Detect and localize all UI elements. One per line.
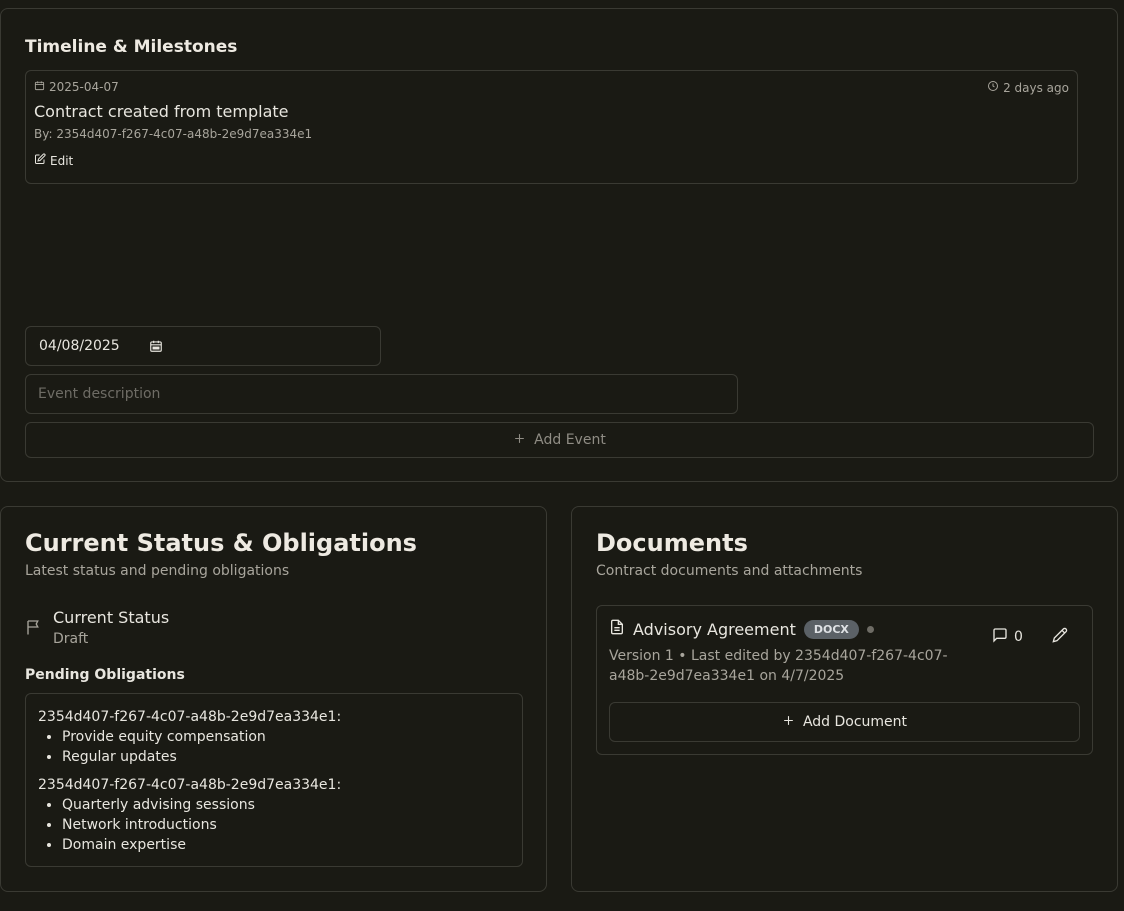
document-header: Advisory Agreement DOCX [609, 619, 874, 639]
add-event-button[interactable]: Add Event [25, 422, 1094, 458]
event-edit-label: Edit [50, 153, 74, 168]
document-status-dot [866, 625, 874, 633]
status-subtitle: Latest status and pending obligations [25, 563, 290, 579]
obligation-group: 2354d407-f267-4c07-a48b-2e9d7ea334e1: Pr… [38, 707, 510, 767]
event-edit-button[interactable]: Edit [34, 153, 73, 168]
clock-icon [987, 80, 999, 95]
comment-count: 0 [1014, 629, 1023, 645]
obligation-item: Quarterly advising sessions [62, 795, 510, 815]
event-description-input[interactable] [25, 374, 738, 414]
add-event-label: Add Event [534, 432, 606, 448]
add-document-label: Add Document [802, 714, 908, 730]
current-status-label: Current Status [53, 608, 170, 627]
event-author: By: 2354d407-f267-4c07-a48b-2e9d7ea334e1 [34, 127, 313, 141]
event-ago: 2 days ago [987, 80, 1069, 95]
document-comments-button[interactable]: 0 [992, 627, 1023, 647]
calendar-icon [34, 80, 45, 94]
documents-title: Documents [596, 529, 748, 557]
status-title: Current Status & Obligations [25, 529, 417, 557]
obligation-group: 2354d407-f267-4c07-a48b-2e9d7ea334e1: Qu… [38, 775, 510, 855]
documents-card: Documents Contract documents and attachm… [571, 506, 1118, 892]
add-document-button[interactable]: Add Document [609, 702, 1080, 742]
flag-icon [25, 617, 43, 641]
document-type-badge: DOCX [803, 619, 859, 639]
plus-icon [513, 432, 526, 449]
documents-subtitle: Contract documents and attachments [596, 563, 863, 579]
event-date-input[interactable]: 04/08/2025 [25, 326, 381, 366]
timeline-title: Timeline & Milestones [25, 37, 238, 57]
obligation-item: Domain expertise [62, 835, 510, 855]
event-title: Contract created from template [34, 102, 289, 121]
current-status-value: Draft [53, 631, 89, 647]
event-ago-text: 2 days ago [1003, 80, 1069, 95]
plus-icon [782, 714, 795, 731]
edit-icon [34, 153, 46, 168]
pencil-icon[interactable] [1052, 627, 1068, 647]
obligation-party: 2354d407-f267-4c07-a48b-2e9d7ea334e1: [38, 777, 342, 793]
event-date-text: 2025-04-07 [49, 80, 119, 94]
event-date: 2025-04-07 [34, 80, 119, 94]
obligation-item: Regular updates [62, 747, 510, 767]
obligation-party: 2354d407-f267-4c07-a48b-2e9d7ea334e1: [38, 709, 342, 725]
timeline-event: 2025-04-07 2 days ago Contract created f… [25, 70, 1078, 184]
pending-obligations-title: Pending Obligations [25, 667, 185, 683]
document-name[interactable]: Advisory Agreement [633, 620, 796, 639]
file-icon [609, 619, 625, 639]
document-item: Advisory Agreement DOCX Version 1 • Last… [596, 605, 1093, 755]
timeline-card: Timeline & Milestones 2025-04-07 2 days … [0, 8, 1118, 482]
obligation-item: Provide equity compensation [62, 727, 510, 747]
calendar-icon[interactable] [149, 339, 163, 357]
document-meta: Version 1 • Last edited by 2354d407-f267… [609, 648, 948, 684]
comment-icon [992, 627, 1008, 647]
date-input-value: 04/08/2025 [39, 338, 120, 354]
obligation-item: Network introductions [62, 815, 510, 835]
pending-obligations-box: 2354d407-f267-4c07-a48b-2e9d7ea334e1: Pr… [25, 693, 523, 867]
status-card: Current Status & Obligations Latest stat… [0, 506, 547, 892]
